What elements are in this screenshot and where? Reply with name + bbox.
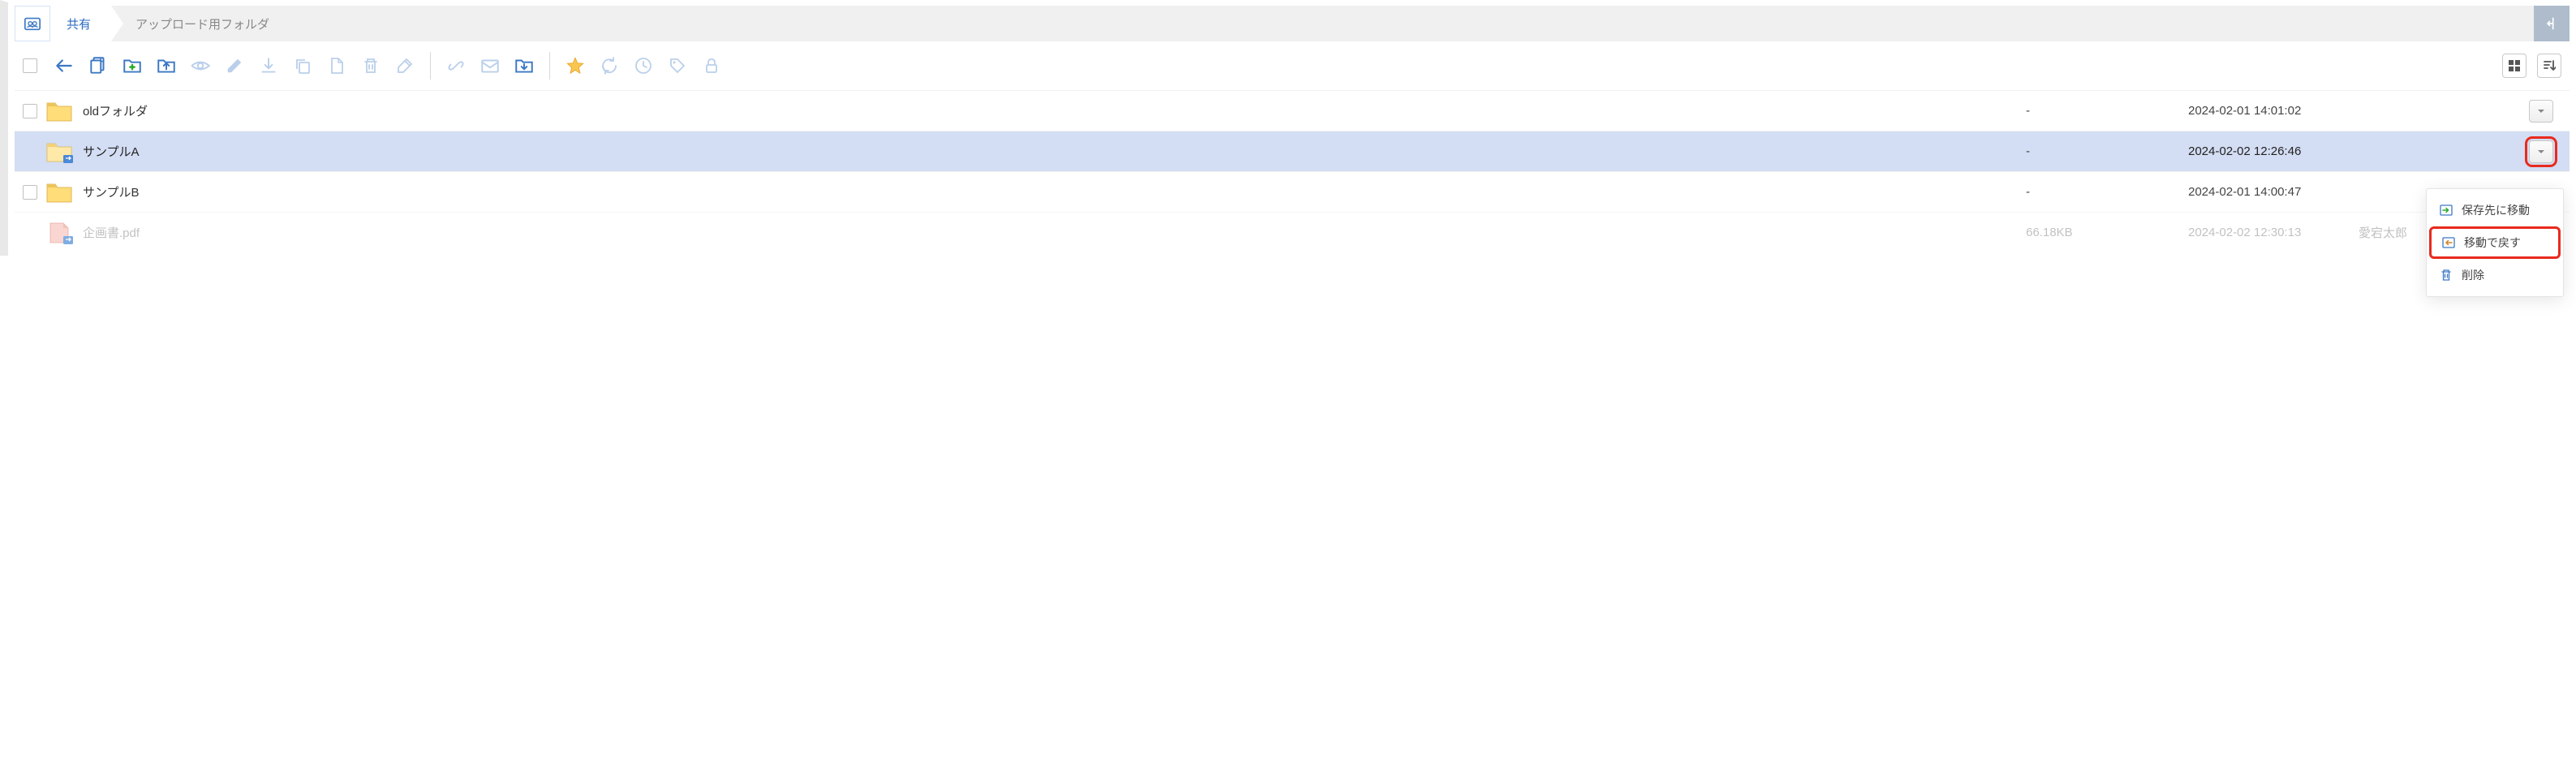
- folder-icon: [45, 100, 73, 123]
- context-menu: 保存先に移動 移動で戻す 削除: [2426, 188, 2564, 297]
- preview-button: [187, 52, 214, 80]
- copy-folder-button[interactable]: [84, 52, 112, 80]
- breadcrumb-root-icon[interactable]: [15, 6, 50, 41]
- link-icon: [446, 56, 466, 75]
- file-row[interactable]: 企画書.pdf 66.18KB 2024-02-02 12:30:13 愛宕太郎: [15, 212, 2570, 252]
- users-folder-icon: [24, 15, 41, 32]
- upload-icon: [156, 55, 177, 76]
- breadcrumb-segment-root[interactable]: 共有: [50, 6, 111, 41]
- documents-icon: [88, 55, 109, 76]
- paste-button: [323, 52, 350, 80]
- mail-icon: [480, 55, 501, 76]
- refresh-button: [596, 52, 623, 80]
- rename-button: [391, 52, 419, 80]
- edit-button: [221, 52, 248, 80]
- link-button: [442, 52, 470, 80]
- folder-receive-icon: [514, 55, 535, 76]
- tag-icon: [668, 56, 687, 75]
- copy-icon: [293, 56, 312, 75]
- menu-label: 移動で戻す: [2464, 235, 2521, 251]
- file-size: -: [2026, 144, 2188, 158]
- receive-folder-button[interactable]: [510, 52, 538, 80]
- folder-icon: [45, 181, 73, 204]
- collapse-panel-button[interactable]: [2534, 6, 2570, 41]
- upload-button[interactable]: [153, 52, 180, 80]
- new-folder-button[interactable]: [118, 52, 146, 80]
- chevron-down-icon: [2537, 149, 2545, 154]
- row-actions-dropdown[interactable]: [2529, 140, 2553, 163]
- file-date: 2024-02-01 14:01:02: [2188, 104, 2359, 118]
- file-row[interactable]: サンプルB - 2024-02-01 14:00:47: [15, 171, 2570, 212]
- file-size: 66.18KB: [2026, 226, 2188, 239]
- back-button[interactable]: [50, 52, 78, 80]
- breadcrumb-root-label: 共有: [67, 15, 91, 32]
- star-icon: [565, 55, 586, 76]
- download-icon: [258, 55, 279, 76]
- delete-icon: [2439, 268, 2453, 282]
- lock-icon: [702, 56, 721, 75]
- refresh-icon: [600, 56, 619, 75]
- breadcrumb-segment-current[interactable]: アップロード用フォルダ: [111, 6, 290, 41]
- menu-label: 保存先に移動: [2462, 202, 2530, 218]
- trash-icon: [361, 56, 381, 75]
- toolbar-divider-2: [549, 52, 550, 80]
- menu-move-back[interactable]: 移動で戻す: [2429, 226, 2561, 259]
- folder-shared-icon: [45, 140, 73, 163]
- download-button: [255, 52, 282, 80]
- collapse-icon: [2544, 15, 2560, 32]
- row-checkbox[interactable]: [23, 104, 37, 118]
- sort-icon: [2543, 59, 2556, 72]
- menu-label: 削除: [2462, 267, 2484, 283]
- file-browser: 共有 アップロード用フォルダ: [15, 6, 2570, 252]
- mail-button: [476, 52, 504, 80]
- file-name: サンプルA: [83, 143, 2026, 160]
- move-to-icon: [2439, 203, 2453, 217]
- row-actions-dropdown[interactable]: [2529, 100, 2553, 123]
- eye-icon: [190, 55, 211, 76]
- clock-icon: [634, 56, 653, 75]
- file-size: -: [2026, 185, 2188, 199]
- sort-button[interactable]: [2537, 54, 2561, 78]
- breadcrumb-current-label: アップロード用フォルダ: [135, 15, 269, 32]
- file-size: -: [2026, 104, 2188, 118]
- document-icon: [327, 56, 346, 75]
- folder-plus-icon: [122, 55, 143, 76]
- lock-button: [698, 52, 725, 80]
- file-date: 2024-02-02 12:26:46: [2188, 144, 2359, 158]
- file-name: oldフォルダ: [83, 102, 2026, 119]
- pdf-shared-icon: [45, 222, 73, 244]
- file-row[interactable]: サンプルA - 2024-02-02 12:26:46: [15, 131, 2570, 171]
- menu-delete[interactable]: 削除: [2427, 259, 2563, 291]
- favorite-button[interactable]: [561, 52, 589, 80]
- menu-move-to[interactable]: 保存先に移動: [2427, 194, 2563, 226]
- grid-view-button[interactable]: [2502, 54, 2527, 78]
- trash-button: [357, 52, 385, 80]
- file-date: 2024-02-02 12:30:13: [2188, 226, 2359, 239]
- move-back-icon: [2441, 235, 2456, 250]
- select-all-checkbox[interactable]: [23, 58, 37, 73]
- file-row[interactable]: oldフォルダ - 2024-02-01 14:01:02: [15, 90, 2570, 131]
- pen-icon: [395, 56, 415, 75]
- copy-button: [289, 52, 316, 80]
- toolbar-divider-1: [430, 52, 431, 80]
- breadcrumb: 共有 アップロード用フォルダ: [15, 6, 2570, 41]
- file-date: 2024-02-01 14:00:47: [2188, 185, 2359, 199]
- arrow-left-icon: [54, 55, 75, 76]
- file-name: サンプルB: [83, 183, 2026, 200]
- file-name: 企画書.pdf: [83, 224, 2026, 241]
- tag-button: [664, 52, 691, 80]
- row-checkbox[interactable]: [23, 185, 37, 200]
- history-button: [630, 52, 657, 80]
- pencil-icon: [225, 56, 244, 75]
- file-list: oldフォルダ - 2024-02-01 14:01:02 サンプルA: [15, 90, 2570, 252]
- chevron-down-icon: [2537, 109, 2545, 114]
- toolbar: [15, 41, 2570, 90]
- grid-icon: [2508, 59, 2521, 72]
